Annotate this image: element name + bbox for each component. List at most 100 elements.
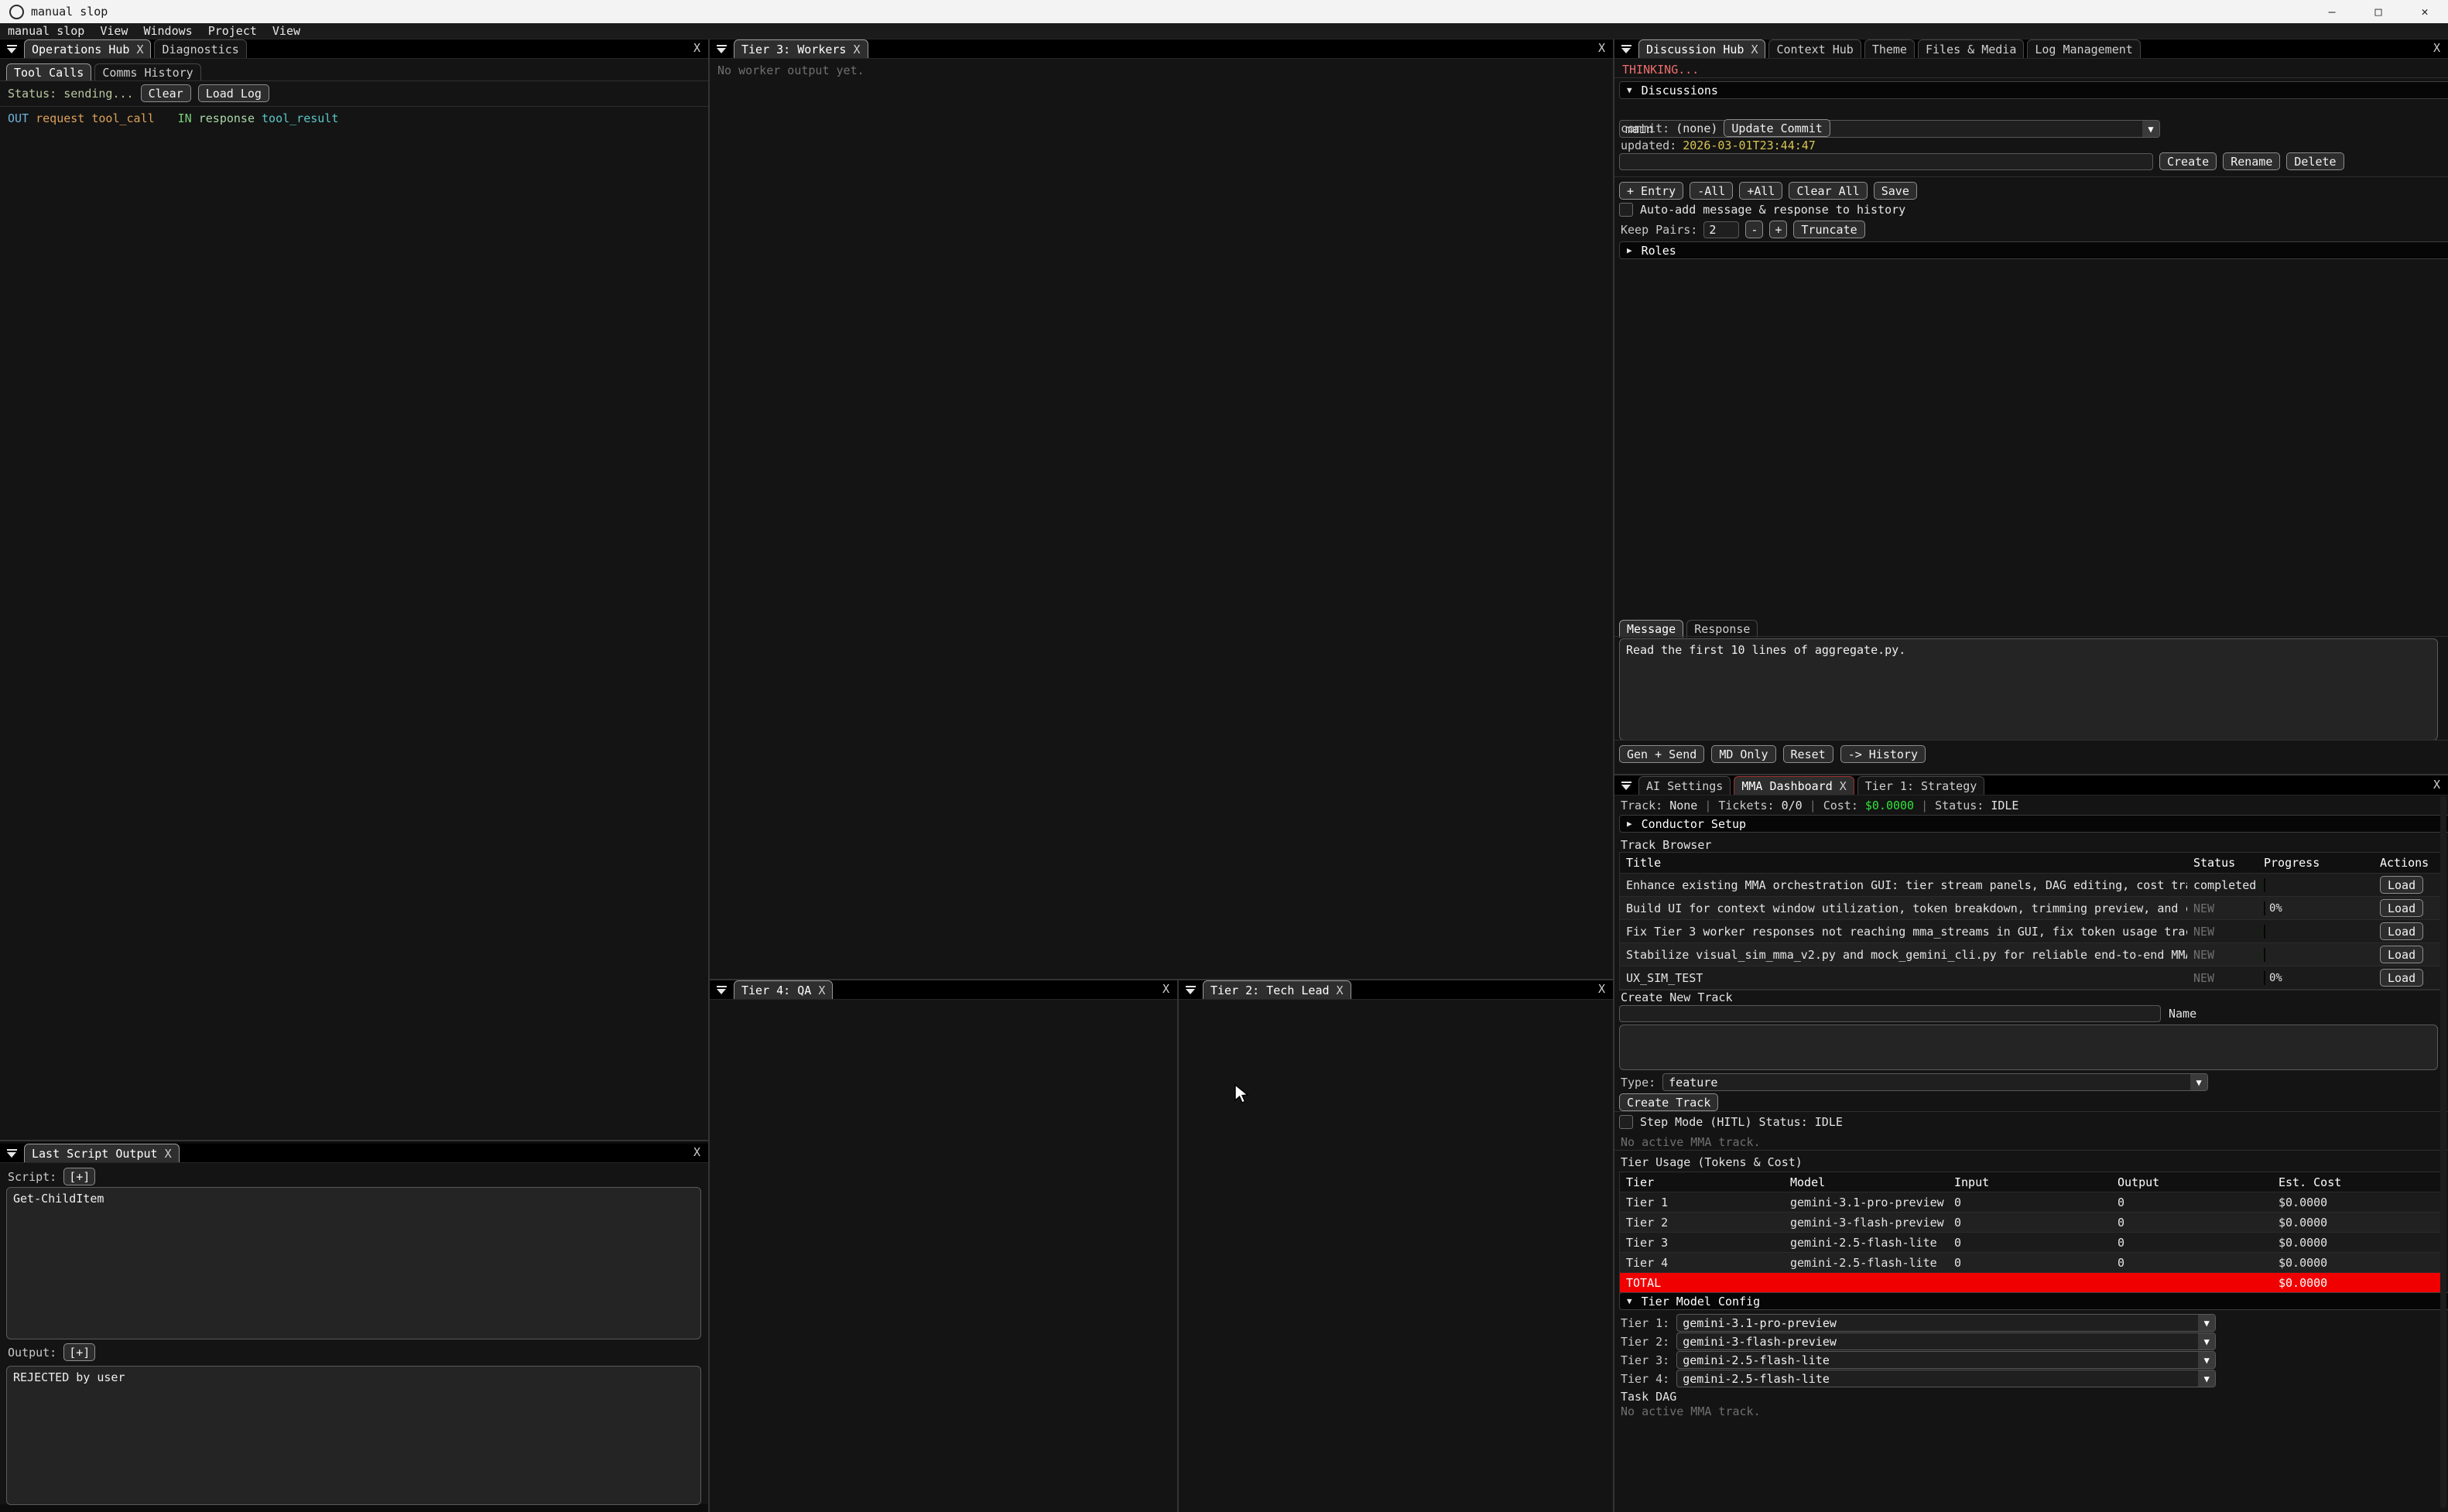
tab-discussion-hub[interactable]: Discussion Hub X bbox=[1638, 39, 1765, 58]
output-textarea[interactable]: REJECTED by user bbox=[6, 1366, 701, 1505]
output-expand-button[interactable]: [+] bbox=[63, 1343, 95, 1361]
load-track-button[interactable]: Load bbox=[2380, 899, 2423, 917]
gen-send-button[interactable]: Gen + Send bbox=[1619, 745, 1704, 763]
auto-add-checkbox[interactable] bbox=[1619, 203, 1633, 217]
tab-tier2-tech-lead[interactable]: Tier 2: Tech Lead X bbox=[1203, 980, 1351, 999]
keep-pairs-minus-button[interactable]: - bbox=[1745, 221, 1763, 238]
clear-button[interactable]: Clear bbox=[141, 84, 191, 102]
tab-files-media[interactable]: Files & Media bbox=[1918, 39, 2024, 58]
tier2-tech-lead-panel: Tier 2: Tech Lead X X bbox=[1179, 980, 1613, 1512]
dock-menu-icon[interactable] bbox=[7, 1149, 17, 1158]
scrollbar[interactable] bbox=[2440, 796, 2446, 1508]
subtab-tool-calls[interactable]: Tool Calls bbox=[6, 63, 91, 81]
dock-menu-icon[interactable] bbox=[7, 45, 17, 54]
tab-close-icon[interactable]: X bbox=[1337, 983, 1344, 997]
truncate-button[interactable]: Truncate bbox=[1793, 221, 1864, 238]
dock-menu-icon[interactable] bbox=[1186, 986, 1196, 995]
track-name-input[interactable] bbox=[1619, 1005, 2161, 1022]
tier1-model-select[interactable]: gemini-3.1-pro-preview ▼ bbox=[1676, 1314, 2216, 1332]
script-textarea[interactable]: Get-ChildItem bbox=[6, 1187, 701, 1339]
save-button[interactable]: Save bbox=[1874, 182, 1917, 200]
tab-tier3-workers[interactable]: Tier 3: Workers X bbox=[734, 39, 868, 58]
tab-last-script-output[interactable]: Last Script Output X bbox=[24, 1144, 180, 1162]
create-button[interactable]: Create bbox=[2159, 152, 2217, 170]
load-log-button[interactable]: Load Log bbox=[198, 84, 269, 102]
reset-button[interactable]: Reset bbox=[1783, 745, 1833, 763]
menu-project[interactable]: Project bbox=[200, 24, 265, 38]
tab-mma-dashboard[interactable]: MMA Dashboard X bbox=[1734, 776, 1854, 795]
tab-close-icon[interactable]: X bbox=[1751, 43, 1758, 56]
collapse-all-button[interactable]: -All bbox=[1690, 182, 1733, 200]
tier4-model-select[interactable]: gemini-2.5-flash-lite ▼ bbox=[1676, 1370, 2216, 1387]
tier-model-config-header[interactable]: ▼ Tier Model Config bbox=[1619, 1292, 2448, 1310]
tab-log-management[interactable]: Log Management bbox=[2027, 39, 2140, 58]
to-history-button[interactable]: -> History bbox=[1840, 745, 1926, 763]
close-icon[interactable]: ✕ bbox=[2402, 0, 2448, 23]
updated-value: 2026-03-01T23:44:47 bbox=[1683, 139, 1816, 152]
tab-diagnostics[interactable]: Diagnostics bbox=[154, 39, 246, 58]
dock-menu-icon[interactable] bbox=[1621, 45, 1631, 54]
panel-close-icon[interactable]: X bbox=[1162, 982, 1177, 999]
menu-view-2[interactable]: View bbox=[265, 24, 308, 38]
discussion-name-input[interactable] bbox=[1619, 153, 2153, 170]
tab-tier1-strategy[interactable]: Tier 1: Strategy bbox=[1857, 776, 1985, 795]
tab-close-icon[interactable]: X bbox=[136, 43, 143, 56]
tab-theme[interactable]: Theme bbox=[1864, 39, 1915, 58]
tier3-model-select[interactable]: gemini-2.5-flash-lite ▼ bbox=[1676, 1351, 2216, 1369]
tier2-model-select[interactable]: gemini-3-flash-preview ▼ bbox=[1676, 1332, 2216, 1350]
panel-close-icon[interactable]: X bbox=[2433, 778, 2448, 795]
tab-response[interactable]: Response bbox=[1686, 620, 1758, 638]
load-track-button[interactable]: Load bbox=[2380, 946, 2423, 963]
dock-menu-icon[interactable] bbox=[717, 45, 727, 54]
tab-context-hub[interactable]: Context Hub bbox=[1768, 39, 1861, 58]
expand-all-button[interactable]: +All bbox=[1739, 182, 1782, 200]
tab-close-icon[interactable]: X bbox=[1840, 779, 1847, 793]
add-entry-button[interactable]: + Entry bbox=[1619, 182, 1683, 200]
delete-button[interactable]: Delete bbox=[2286, 152, 2344, 170]
md-only-button[interactable]: MD Only bbox=[1711, 745, 1775, 763]
tab-close-icon[interactable]: X bbox=[853, 43, 860, 56]
log-out-kind: request bbox=[36, 111, 84, 125]
tab-tier4-qa[interactable]: Tier 4: QA X bbox=[734, 980, 833, 999]
track-row: Enhance existing MMA orchestration GUI: … bbox=[1620, 874, 2443, 897]
tab-operations-hub[interactable]: Operations Hub X bbox=[24, 39, 151, 58]
track-description-textarea[interactable] bbox=[1619, 1025, 2438, 1070]
update-commit-button[interactable]: Update Commit bbox=[1724, 119, 1830, 137]
app-icon bbox=[9, 5, 24, 19]
create-track-button[interactable]: Create Track bbox=[1619, 1093, 1718, 1111]
clear-all-button[interactable]: Clear All bbox=[1789, 182, 1867, 200]
rename-button[interactable]: Rename bbox=[2223, 152, 2280, 170]
dock-menu-icon[interactable] bbox=[717, 986, 727, 995]
message-textarea[interactable]: Read the first 10 lines of aggregate.py. bbox=[1619, 638, 2438, 741]
subtab-comms-history[interactable]: Comms History bbox=[94, 63, 200, 81]
tab-close-icon[interactable]: X bbox=[818, 983, 825, 997]
tab-message[interactable]: Message bbox=[1619, 620, 1683, 638]
track-type-select[interactable]: feature ▼ bbox=[1662, 1073, 2208, 1091]
splitter-left-h[interactable] bbox=[0, 1140, 708, 1141]
mma-status-label: Status: bbox=[1935, 799, 1984, 812]
step-mode-checkbox[interactable] bbox=[1619, 1115, 1633, 1129]
panel-close-icon[interactable]: X bbox=[693, 1145, 708, 1162]
load-track-button[interactable]: Load bbox=[2380, 876, 2423, 894]
panel-close-icon[interactable]: X bbox=[1598, 982, 1613, 999]
dock-menu-icon[interactable] bbox=[1621, 782, 1631, 791]
menu-windows[interactable]: Windows bbox=[135, 24, 200, 38]
tab-ai-settings[interactable]: AI Settings bbox=[1638, 776, 1731, 795]
panel-close-icon[interactable]: X bbox=[2433, 41, 2448, 58]
keep-pairs-plus-button[interactable]: + bbox=[1769, 221, 1787, 238]
menu-manual-slop[interactable]: manual slop bbox=[0, 24, 92, 38]
tab-close-icon[interactable]: X bbox=[165, 1147, 172, 1161]
panel-close-icon[interactable]: X bbox=[1598, 41, 1613, 58]
load-track-button[interactable]: Load bbox=[2380, 922, 2423, 940]
roles-section-header[interactable]: ▶ Roles bbox=[1619, 241, 2448, 259]
splitter-right-h[interactable] bbox=[1614, 774, 2448, 775]
maximize-icon[interactable]: □ bbox=[2355, 0, 2402, 23]
keep-pairs-input[interactable]: 2 bbox=[1703, 221, 1739, 238]
menu-view[interactable]: View bbox=[92, 24, 135, 38]
minimize-icon[interactable]: – bbox=[2309, 0, 2355, 23]
panel-close-icon[interactable]: X bbox=[693, 41, 708, 58]
script-expand-button[interactable]: [+] bbox=[63, 1168, 95, 1185]
conductor-setup-header[interactable]: ▶ Conductor Setup bbox=[1619, 815, 2448, 833]
load-track-button[interactable]: Load bbox=[2380, 969, 2423, 987]
discussions-section-header[interactable]: ▼ Discussions bbox=[1619, 81, 2448, 99]
